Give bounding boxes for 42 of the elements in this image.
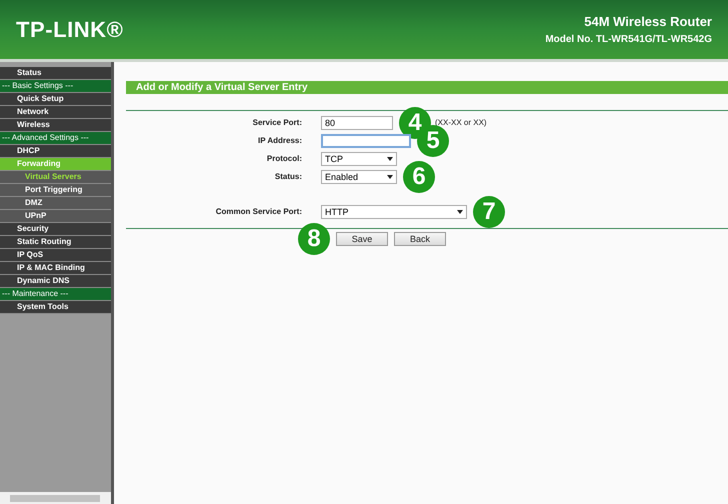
sidebar-item[interactable]: Static Routing	[0, 236, 111, 249]
form-button[interactable]: Back	[394, 232, 446, 246]
sidebar-item[interactable]: Virtual Servers	[0, 171, 111, 184]
horizontal-scrollbar[interactable]	[0, 492, 111, 504]
sidebar-item[interactable]: Dynamic DNS	[0, 275, 111, 288]
field-label: Common Service Port:	[214, 206, 303, 218]
field-label: Service Port:	[252, 116, 303, 128]
sidebar-item[interactable]: Port Triggering	[0, 184, 111, 197]
dropdown-arrow-icon	[387, 174, 393, 178]
sidebar-section-header: --- Maintenance ---	[0, 288, 111, 301]
dropdown-arrow-icon	[457, 210, 463, 214]
step-number-badge: 8	[298, 223, 330, 255]
sidebar-item[interactable]: IP QoS	[0, 249, 111, 262]
sidebar-item[interactable]: IP & MAC Binding	[0, 262, 111, 275]
sidebar-item[interactable]: Status	[0, 67, 111, 80]
dropdown[interactable]: TCP	[321, 152, 397, 166]
text-field[interactable]	[321, 134, 411, 148]
dropdown-arrow-icon	[387, 156, 393, 160]
field-label: Status:	[274, 170, 303, 182]
text-field[interactable]: 80	[321, 116, 393, 130]
sidebar-item[interactable]: System Tools	[0, 301, 111, 314]
dropdown[interactable]: Enabled	[321, 170, 397, 184]
model-number: Model No. TL-WR541G/TL-WR542G	[545, 32, 712, 47]
sidebar-item[interactable]: Quick Setup	[0, 93, 111, 106]
section-title-bar: Add or Modify a Virtual Server Entry	[126, 81, 728, 94]
logo: TP-LINK®	[16, 16, 124, 44]
scrollbar-thumb[interactable]	[10, 494, 100, 502]
form-button[interactable]: Save	[336, 232, 388, 246]
sidebar-item[interactable]: Network	[0, 106, 111, 119]
product-name: 54M Wireless Router	[584, 13, 712, 32]
sidebar-item[interactable]: Wireless	[0, 119, 111, 132]
field-label: IP Address:	[256, 134, 303, 146]
sidebar-item[interactable]: Security	[0, 223, 111, 236]
step-number-badge: 6	[403, 160, 435, 192]
sidebar-item[interactable]: DHCP	[0, 145, 111, 158]
sidebar-section-header: --- Basic Settings ---	[0, 80, 111, 93]
sidebar-item[interactable]: DMZ	[0, 197, 111, 210]
sidebar-item[interactable]: UPnP	[0, 210, 111, 223]
dropdown[interactable]: HTTP	[321, 204, 467, 218]
step-number-badge: 7	[473, 196, 505, 228]
field-label: Protocol:	[266, 152, 303, 164]
sidebar-section-header: --- Advanced Settings ---	[0, 132, 111, 145]
